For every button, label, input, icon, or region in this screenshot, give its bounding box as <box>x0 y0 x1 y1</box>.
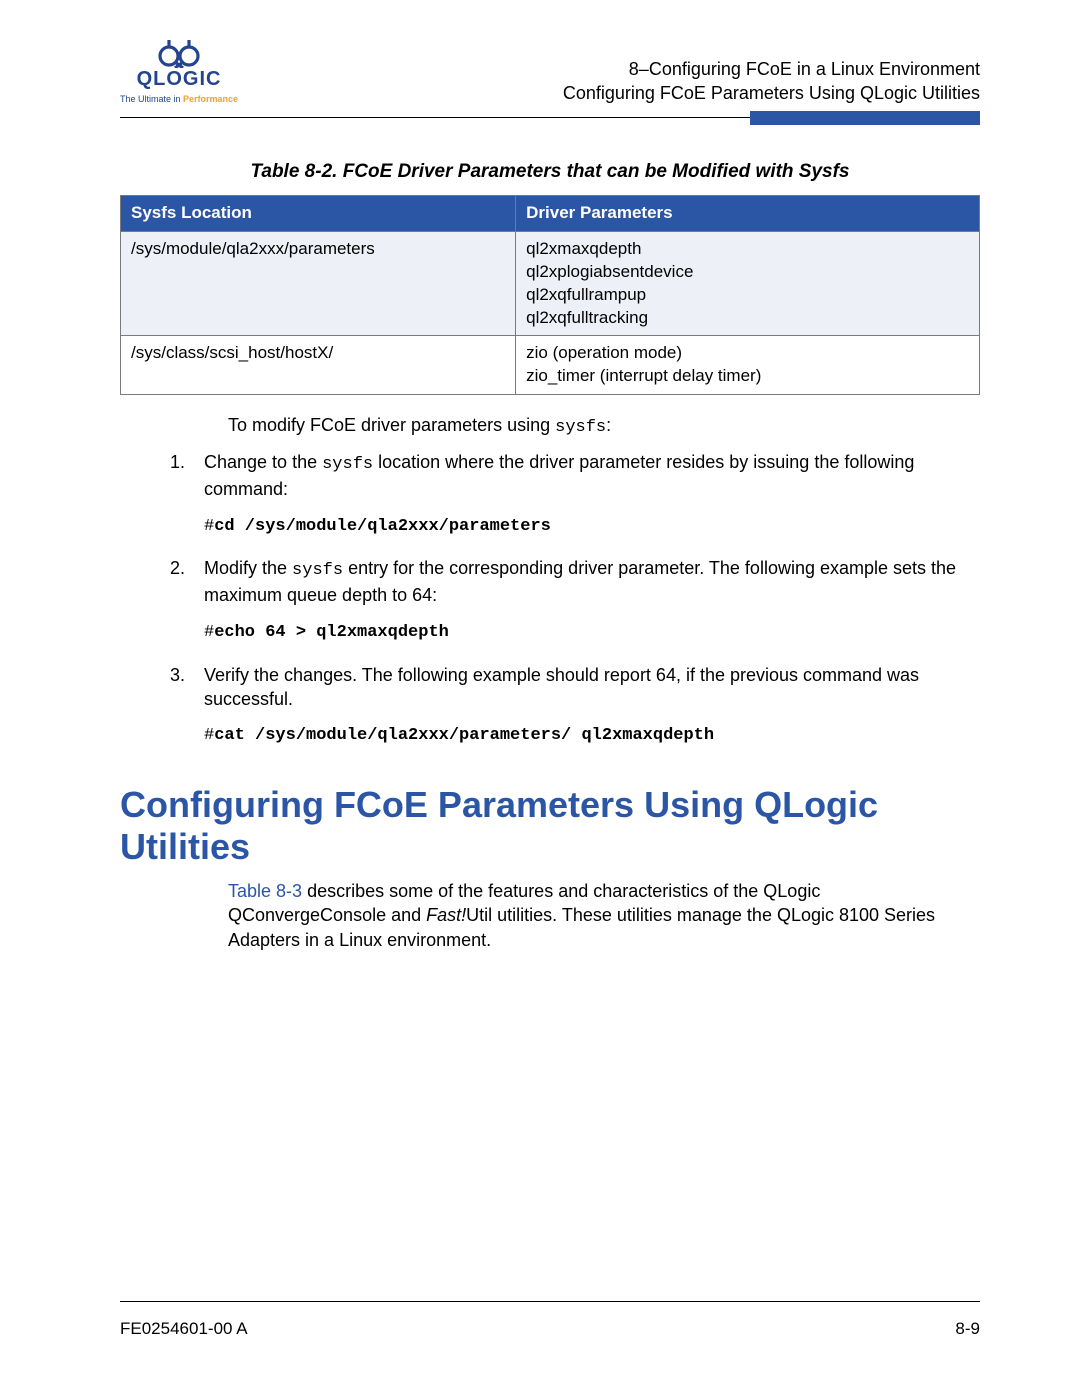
col-header-sysfs: Sysfs Location <box>121 195 516 231</box>
page-number: 8-9 <box>955 1318 980 1341</box>
header-accent-bar <box>750 111 980 125</box>
header-chapter: 8–Configuring FCoE in a Linux Environmen… <box>563 57 980 81</box>
qlogic-logo: QLOGIC The Ultimate in Performance <box>120 40 238 105</box>
cell-sysfs-location: /sys/module/qla2xxx/parameters <box>121 231 516 336</box>
cell-sysfs-location: /sys/class/scsi_host/hostX/ <box>121 336 516 395</box>
table-8-3-link[interactable]: Table 8-3 <box>228 881 302 901</box>
step-item: Verify the changes. The following exampl… <box>190 663 980 749</box>
page-footer: FE0254601-00 A 8-9 <box>120 1301 980 1341</box>
col-header-params: Driver Parameters <box>516 195 980 231</box>
steps-list: Change to the sysfs location where the d… <box>120 450 980 748</box>
table-caption: Table 8-2. FCoE Driver Parameters that c… <box>120 159 980 185</box>
page-header: QLOGIC The Ultimate in Performance 8–Con… <box>120 40 980 105</box>
command-cd: #cd /sys/module/qla2xxx/parameters <box>204 516 980 539</box>
logo-tagline: The Ultimate in Performance <box>120 93 238 105</box>
step-item: Modify the sysfs entry for the correspon… <box>190 556 980 644</box>
header-section: Configuring FCoE Parameters Using QLogic… <box>563 81 980 105</box>
command-echo: #echo 64 > ql2xmaxqdepth <box>204 622 980 645</box>
step-item: Change to the sysfs location where the d… <box>190 450 980 538</box>
intro-text: To modify FCoE driver parameters using s… <box>228 413 980 440</box>
cell-driver-params: ql2xmaxqdepth ql2xplogiabsentdevice ql2x… <box>516 231 980 336</box>
header-breadcrumb: 8–Configuring FCoE in a Linux Environmen… <box>563 57 980 106</box>
section-body: Table 8-3 describes some of the features… <box>228 879 980 952</box>
parameters-table: Sysfs Location Driver Parameters /sys/mo… <box>120 195 980 396</box>
cell-driver-params: zio (operation mode) zio_timer (interrup… <box>516 336 980 395</box>
logo-brand-text: QLOGIC <box>137 66 222 93</box>
section-heading: Configuring FCoE Parameters Using QLogic… <box>120 784 980 867</box>
qlogic-logo-icon <box>149 40 209 68</box>
doc-id: FE0254601-00 A <box>120 1318 248 1341</box>
table-row: /sys/module/qla2xxx/parameters ql2xmaxqd… <box>121 231 980 336</box>
header-rule <box>120 111 980 125</box>
table-row: /sys/class/scsi_host/hostX/ zio (operati… <box>121 336 980 395</box>
command-cat: #cat /sys/module/qla2xxx/parameters/ ql2… <box>204 725 980 748</box>
